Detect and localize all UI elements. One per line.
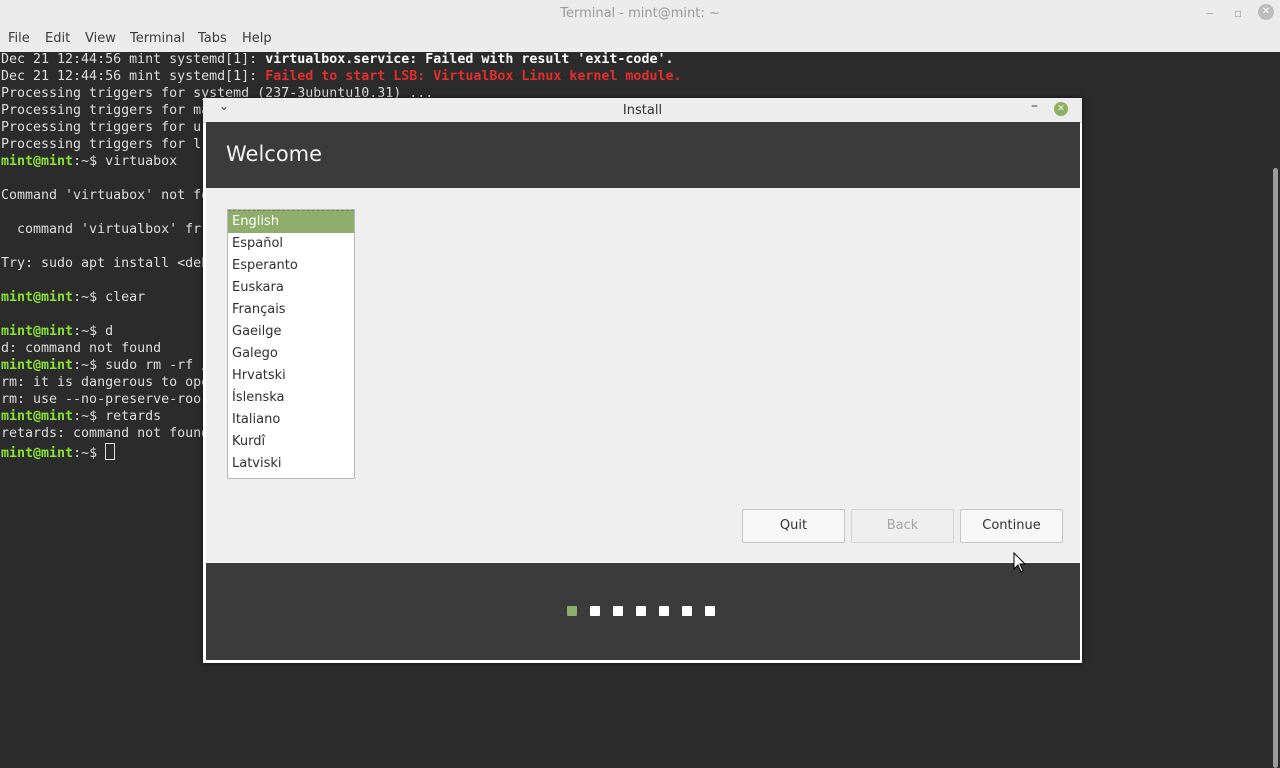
command-text: retards: [105, 409, 162, 424]
command-text: sudo rm -rf /: [105, 358, 210, 373]
command-text: clear: [105, 290, 146, 305]
install-minimize-button[interactable]: –: [1031, 98, 1038, 114]
install-close-button[interactable]: ✕: [1054, 102, 1068, 116]
page-title: Welcome: [226, 142, 323, 166]
text-cursor: [105, 443, 116, 460]
log-prefix: Dec 21 12:44:56 mint systemd[1]:: [1, 69, 266, 84]
menu-terminal[interactable]: Terminal: [130, 31, 185, 46]
terminal-scrollbar[interactable]: [1268, 52, 1280, 768]
terminal-maximize-button[interactable]: ▫: [1230, 5, 1246, 21]
prompt-path: :~$: [73, 290, 106, 305]
command-text: virtuabox: [105, 154, 178, 169]
mouse-pointer-icon: [1013, 552, 1027, 573]
terminal-line: command 'virtualbox' fr: [1, 222, 202, 237]
terminal-line: retards: command not found: [1, 426, 210, 441]
terminal-title: Terminal - mint@mint: ~: [560, 6, 720, 21]
prompt-path: :~$: [73, 324, 106, 339]
terminal-close-button[interactable]: ✕: [1258, 4, 1274, 20]
terminal-line: mint@mint:~$ d: [1, 324, 113, 341]
language-option[interactable]: Español: [228, 233, 354, 255]
back-button[interactable]: Back: [851, 509, 954, 543]
prompt-path: :~$: [73, 446, 106, 461]
terminal-titlebar: Terminal - mint@mint: ~ ‒ ▫ ✕: [0, 0, 1280, 29]
language-option[interactable]: Galego: [228, 343, 354, 365]
terminal-scrollbar-thumb[interactable]: [1273, 168, 1278, 768]
install-header: Welcome: [206, 122, 1080, 188]
prompt-path: :~$: [73, 154, 106, 169]
terminal-minimize-button[interactable]: ‒: [1202, 5, 1218, 21]
terminal-line: Command 'virtuabox' not fo: [1, 188, 210, 203]
terminal-line: mint@mint:~$ sudo rm -rf /: [1, 358, 209, 375]
log-message: virtualbox.service: Failed with result '…: [265, 52, 674, 67]
command-text: d: [105, 324, 114, 339]
terminal-line: mint@mint:~$ virtuabox: [1, 154, 177, 171]
terminal-line: rm: use --no-preserve-roo: [1, 392, 202, 407]
menu-tabs[interactable]: Tabs: [198, 31, 227, 46]
language-option[interactable]: Français: [228, 299, 354, 321]
language-list[interactable]: English Español Esperanto Euskara Français Ga…: [227, 209, 355, 479]
menu-edit[interactable]: Edit: [45, 31, 70, 46]
step-dot: [682, 606, 692, 616]
prompt-path: :~$: [73, 358, 106, 373]
language-option[interactable]: Kurdî: [228, 431, 354, 453]
prompt-path: :~$: [73, 409, 106, 424]
prompt-user: mint@mint: [1, 154, 74, 169]
terminal-line: Dec 21 12:44:56 mint systemd[1]: virtual…: [1, 52, 673, 69]
install-title: Install: [622, 103, 663, 118]
language-option[interactable]: Gaeilge: [228, 321, 354, 343]
prompt-user: mint@mint: [1, 290, 74, 305]
language-option[interactable]: English: [228, 210, 354, 233]
language-option[interactable]: Íslenska: [228, 387, 354, 409]
install-content: English Español Esperanto Euskara Français Ga…: [206, 188, 1080, 562]
quit-button[interactable]: Quit: [742, 509, 845, 543]
menu-help[interactable]: Help: [242, 31, 272, 46]
terminal-line: Try: sudo apt install <deb: [1, 256, 210, 271]
prompt-user: mint@mint: [1, 446, 74, 461]
log-error-message: Failed to start LSB: VirtualBox Linux ke…: [265, 69, 682, 84]
terminal-line: mint@mint:~$ retards: [1, 409, 161, 426]
language-option[interactable]: Hrvatski: [228, 365, 354, 387]
step-dot: [636, 606, 646, 616]
language-option[interactable]: Euskara: [228, 277, 354, 299]
language-option[interactable]: Esperanto: [228, 255, 354, 277]
terminal-menubar: File Edit View Terminal Tabs Help: [0, 28, 1280, 53]
terminal-line: mint@mint:~$ clear: [1, 290, 145, 307]
terminal-line: mint@mint:~$: [1, 443, 116, 461]
terminal-line: d: command not found: [1, 341, 162, 356]
step-dot: [567, 606, 577, 616]
menu-view[interactable]: View: [85, 31, 116, 46]
install-dialog: ⌄ Install – ✕ Welcome English Español Espe…: [203, 98, 1082, 663]
step-dot: [613, 606, 623, 616]
terminal-line: rm: it is dangerous to ope: [1, 375, 210, 390]
prompt-user: mint@mint: [1, 358, 74, 373]
install-titlebar: ⌄ Install – ✕: [203, 98, 1082, 123]
continue-button[interactable]: Continue: [960, 509, 1063, 543]
prompt-user: mint@mint: [1, 324, 74, 339]
menu-file[interactable]: File: [8, 31, 30, 46]
terminal-line: Processing triggers for l: [1, 137, 202, 152]
language-option[interactable]: Latviski: [228, 453, 354, 475]
step-dot: [659, 606, 669, 616]
terminal-line: Dec 21 12:44:56 mint systemd[1]: Failed …: [1, 69, 681, 86]
prompt-user: mint@mint: [1, 409, 74, 424]
step-dot: [705, 606, 715, 616]
log-prefix: Dec 21 12:44:56 mint systemd[1]:: [1, 52, 266, 67]
terminal-line: Processing triggers for u: [1, 120, 202, 135]
terminal-line: Processing triggers for ma: [1, 103, 210, 118]
step-dot: [590, 606, 600, 616]
install-footer: [206, 563, 1080, 660]
language-option[interactable]: Italiano: [228, 409, 354, 431]
